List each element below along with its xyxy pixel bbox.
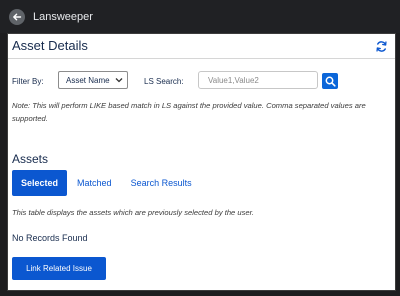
chevron-down-icon — [115, 78, 123, 83]
refresh-icon[interactable] — [375, 40, 388, 53]
tab-description: This table displays the assets which are… — [12, 208, 254, 217]
filter-by-value: Asset Name — [66, 75, 110, 85]
ls-search-label: LS Search: — [144, 77, 184, 86]
link-related-issue-button[interactable]: Link Related Issue — [12, 257, 106, 280]
asset-details-panel: Asset Details Filter By: Asset Name LS S… — [7, 33, 396, 291]
filter-by-label: Filter By: — [12, 77, 44, 86]
app-title: Lansweeper — [33, 10, 93, 23]
search-note: Note: This will perform LIKE based match… — [12, 101, 366, 123]
tab-matched[interactable]: Matched — [68, 170, 121, 196]
header-divider — [8, 58, 395, 59]
tab-selected[interactable]: Selected — [12, 170, 68, 196]
assets-tabs: Selected Matched Search Results — [12, 170, 201, 196]
filter-by-select[interactable]: Asset Name — [58, 71, 128, 89]
top-bar: Lansweeper — [0, 0, 400, 33]
assets-heading: Assets — [12, 152, 49, 166]
arrow-left-icon — [13, 13, 22, 20]
back-button[interactable] — [9, 8, 25, 25]
search-icon — [325, 76, 336, 87]
tab-search-results[interactable]: Search Results — [122, 170, 201, 196]
empty-state-text: No Records Found — [12, 233, 88, 243]
ls-search-input[interactable] — [198, 71, 318, 89]
search-button[interactable] — [322, 73, 338, 89]
panel-title: Asset Details — [12, 38, 88, 53]
